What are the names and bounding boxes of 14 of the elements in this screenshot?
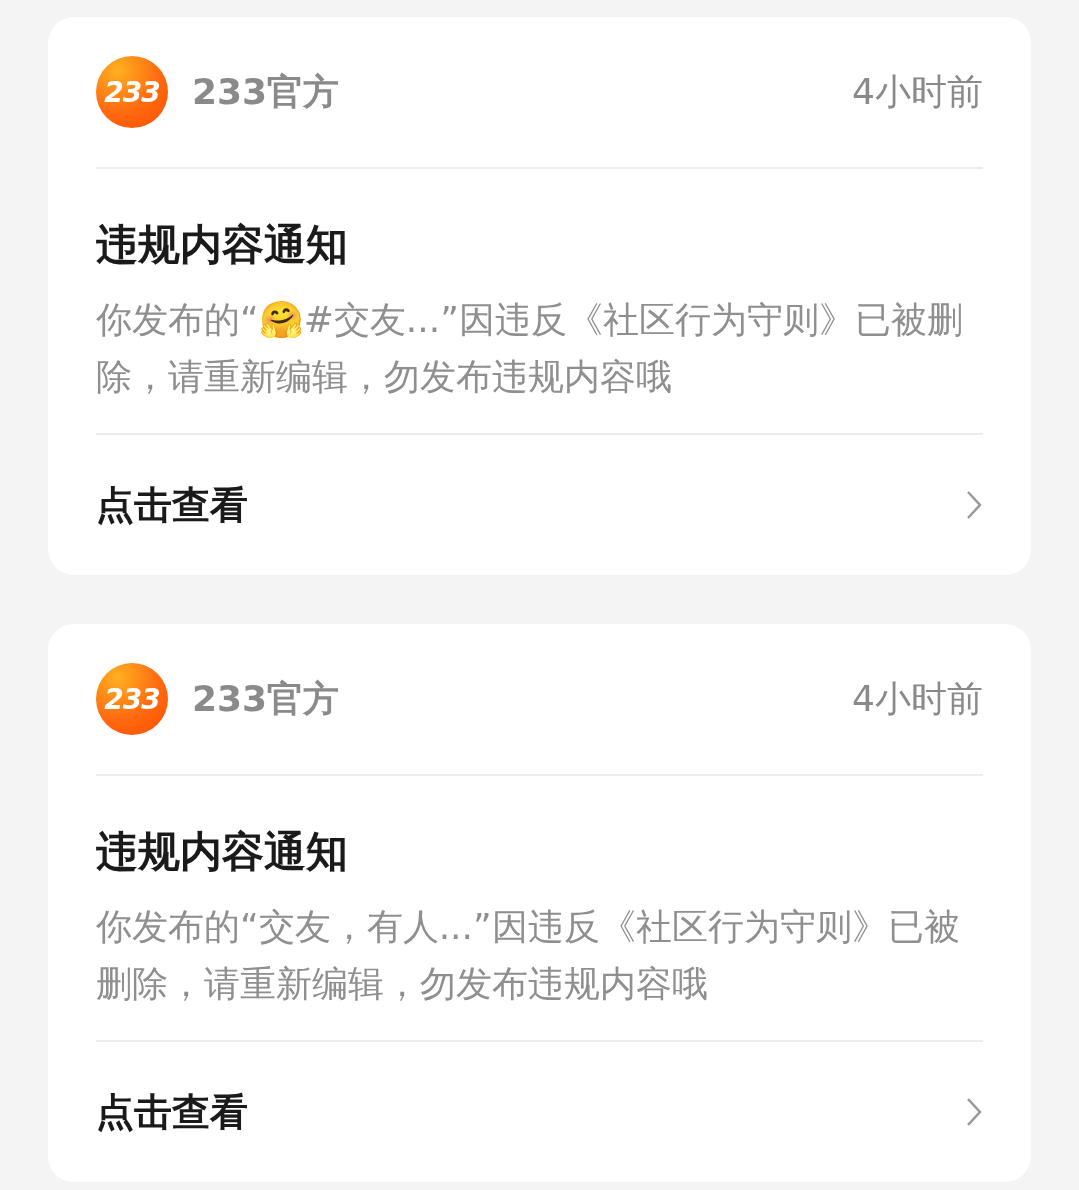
sender-name: 233官方 — [192, 69, 340, 114]
chevron-right-icon[interactable] — [965, 1096, 983, 1128]
notice-message: 你发布的“🤗#交友...”因违反《社区行为守则》已被删除，请重新编辑，勿发布违规内容哦 — [96, 291, 983, 435]
view-link[interactable]: 点击查看 — [96, 479, 248, 531]
view-link[interactable]: 点击查看 — [96, 1086, 248, 1138]
notice-time: 4小时前 — [852, 69, 983, 114]
notice-title: 违规内容通知 — [96, 219, 349, 271]
notice-message: 你发布的“交友，有人...”因违反《社区行为守则》已被删除，请重新编辑，勿发布违规内容哦 — [96, 898, 983, 1042]
chevron-right-icon[interactable] — [965, 489, 983, 521]
notice-title: 违规内容通知 — [96, 826, 349, 878]
sender-logo: 233 — [96, 56, 168, 128]
sender-name: 233官方 — [192, 676, 340, 721]
notice-time: 4小时前 — [852, 676, 983, 721]
sender-logo: 233 — [96, 663, 168, 735]
